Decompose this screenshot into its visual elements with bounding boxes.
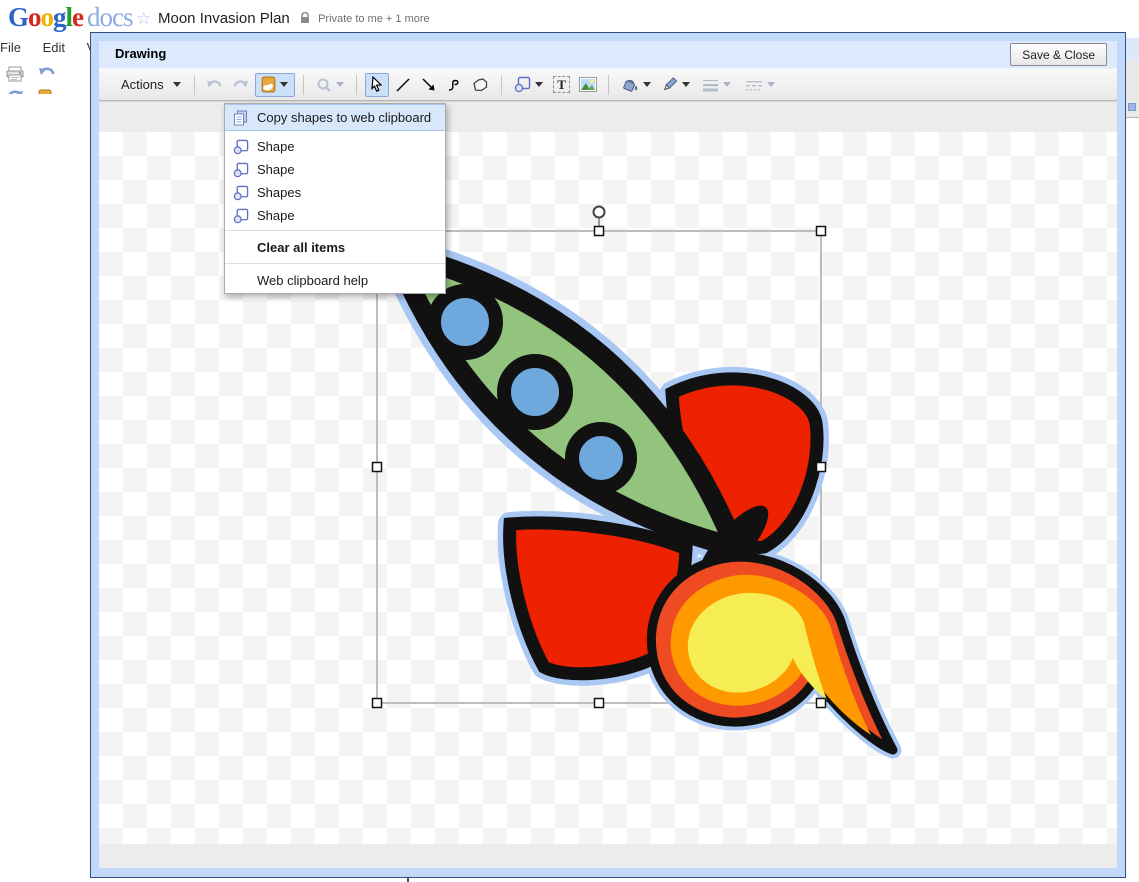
chevron-down-icon: [682, 82, 690, 87]
arrow-tool-button[interactable]: [417, 73, 441, 97]
line-width-icon: [702, 78, 719, 92]
shape-icon: [233, 208, 257, 224]
background-menubar: File Edit View: [0, 40, 90, 62]
toolbar-separator: [194, 75, 195, 95]
chevron-down-icon: [767, 82, 775, 87]
undo-icon[interactable]: [38, 66, 56, 86]
chevron-down-icon: [535, 82, 543, 87]
zoom-button[interactable]: [312, 73, 348, 97]
shape-tool-button[interactable]: [510, 73, 548, 97]
menu-item-shape[interactable]: Shape: [225, 135, 445, 158]
menu-separator: [225, 263, 445, 264]
pencil-icon: [661, 76, 678, 93]
menu-item-shapes[interactable]: Shapes: [225, 181, 445, 204]
dialog-title: Drawing: [115, 46, 166, 61]
polyline-tool-button[interactable]: [469, 73, 493, 97]
menu-item-label: Clear all items: [257, 240, 345, 255]
print-icon[interactable]: [6, 66, 24, 87]
google-docs-logo[interactable]: Googledocs: [8, 2, 133, 33]
fill-color-button[interactable]: [617, 73, 655, 97]
web-clipboard-icon: [261, 76, 276, 93]
menu-item-label: Web clipboard help: [257, 273, 368, 288]
web-clipboard-button[interactable]: [255, 73, 295, 97]
toolbar-separator: [501, 75, 502, 95]
logo-letter: o: [28, 2, 41, 32]
curve-icon: [447, 77, 463, 93]
background-right-edge: [1126, 0, 1139, 882]
shape-icon: [233, 185, 257, 201]
web-clipboard-menu: Copy shapes to web clipboard Shape Shape…: [224, 103, 446, 294]
insert-image-button[interactable]: [576, 73, 600, 97]
background-strip: [1126, 38, 1139, 60]
logo-letter: G: [8, 2, 28, 32]
menu-item-label: Shape: [257, 162, 295, 177]
chevron-down-icon: [336, 82, 344, 87]
logo-letter: e: [72, 2, 83, 32]
line-tool-button[interactable]: [391, 73, 415, 97]
menu-item-label: Shape: [257, 208, 295, 223]
undo-icon: [206, 78, 223, 92]
line-color-button[interactable]: [657, 73, 695, 97]
menu-item-clear-all[interactable]: Clear all items: [225, 234, 445, 260]
cursor-icon: [369, 76, 385, 93]
magnifier-icon: [316, 77, 332, 93]
text-box-tool-button[interactable]: T: [550, 73, 574, 97]
select-tool-button[interactable]: [365, 73, 389, 97]
toolbar-separator: [356, 75, 357, 95]
shape-icon: [233, 162, 257, 178]
shape-icon: [233, 139, 257, 155]
toolbar-separator: [303, 75, 304, 95]
menu-item-label: Shapes: [257, 185, 301, 200]
shape-icon: [514, 76, 531, 93]
line-width-button[interactable]: [697, 73, 737, 97]
menu-item-label: Shape: [257, 139, 295, 154]
menu-separator: [225, 230, 445, 231]
privacy-label: Private to me + 1 more: [318, 13, 430, 25]
document-title[interactable]: Moon Invasion Plan: [158, 10, 290, 27]
line-dash-button[interactable]: [739, 73, 781, 97]
chevron-down-icon: [280, 82, 288, 87]
line-icon: [395, 77, 411, 93]
text-box-icon: T: [553, 76, 570, 93]
background-tick: [407, 878, 409, 882]
web-clipboard-icon[interactable]: [38, 89, 52, 94]
curve-tool-button[interactable]: [443, 73, 467, 97]
redo-icon: [232, 78, 249, 92]
chevron-down-icon: [723, 82, 731, 87]
menu-file[interactable]: File: [0, 40, 21, 55]
save-close-button[interactable]: Save & Close: [1010, 43, 1107, 66]
image-icon: [579, 77, 597, 92]
menu-item-label: Copy shapes to web clipboard: [257, 110, 431, 125]
menu-item-shape[interactable]: Shape: [225, 158, 445, 181]
dialog-titlebar: Drawing Save & Close: [99, 41, 1117, 68]
drawing-toolbar: Actions: [99, 68, 1117, 101]
star-icon[interactable]: ☆: [136, 9, 151, 29]
scrollbar-thumb[interactable]: [1128, 103, 1136, 111]
undo-button[interactable]: [203, 73, 227, 97]
menu-item-clipboard-help[interactable]: Web clipboard help: [225, 267, 445, 293]
logo-product-label: docs: [87, 2, 133, 32]
chevron-down-icon: [643, 82, 651, 87]
copy-icon: [233, 110, 257, 126]
toolbar-separator: [608, 75, 609, 95]
privacy-status[interactable]: Private to me + 1 more: [300, 12, 430, 27]
chevron-down-icon: [173, 82, 181, 87]
arrow-icon: [421, 77, 437, 93]
page: Googledocs ☆ Moon Invasion Plan Private …: [0, 0, 1139, 882]
paint-bucket-icon: [621, 77, 639, 93]
rotation-handle: [594, 207, 605, 218]
menu-item-shape[interactable]: Shape: [225, 204, 445, 227]
logo-letter: g: [53, 2, 66, 32]
redo-button[interactable]: [229, 73, 253, 97]
polyline-icon: [472, 77, 489, 93]
actions-label: Actions: [121, 77, 164, 92]
menu-item-copy-shapes[interactable]: Copy shapes to web clipboard: [225, 104, 445, 131]
actions-menu-button[interactable]: Actions: [116, 73, 186, 97]
background-toolbar: [0, 64, 90, 94]
redo-icon[interactable]: [6, 89, 24, 94]
logo-letter: o: [41, 2, 54, 32]
line-dash-icon: [745, 79, 763, 91]
menu-edit[interactable]: Edit: [43, 40, 65, 55]
lock-icon: [300, 12, 310, 27]
